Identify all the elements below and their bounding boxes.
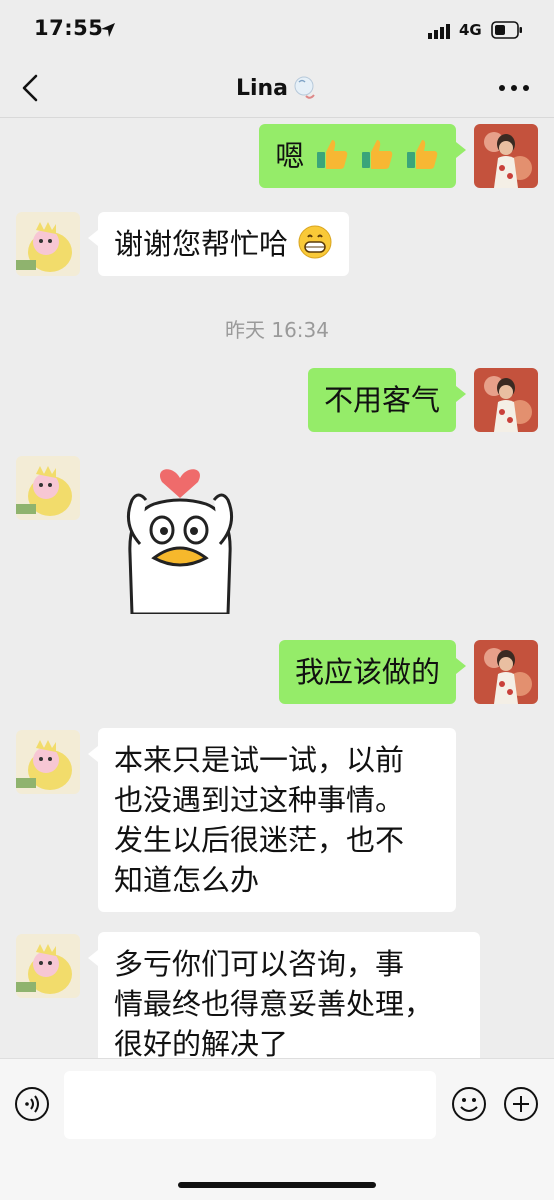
contact-name: Lina <box>235 75 289 101</box>
message-line: 多亏你们可以咨询，事 <box>114 947 405 981</box>
thumbs-up-icon <box>316 140 347 169</box>
message-bubble-received[interactable]: 多亏你们可以咨询，事 情最终也得意妥善处理， 很好的解决了 <box>88 932 480 1058</box>
grinning-face-icon <box>298 225 332 259</box>
message-line: 情最终也得意妥善处理， <box>114 987 434 1021</box>
message-text: 嗯 <box>275 139 305 173</box>
message-bubble-sent[interactable]: 我应该做的 <box>278 640 467 704</box>
status-time: 17:55 <box>34 16 104 40</box>
input-bar <box>0 1058 554 1200</box>
status-bar: 17:55 4G <box>0 0 554 58</box>
message-line: 也没遇到过这种事情。 <box>114 783 405 817</box>
my-avatar[interactable] <box>474 640 538 704</box>
home-indicator[interactable] <box>178 1182 376 1188</box>
emoji-icon[interactable] <box>451 1086 487 1122</box>
message-line: 本来只是试一试，以前 <box>114 743 405 777</box>
chat-title: Lina <box>0 74 554 102</box>
message-input[interactable] <box>64 1071 436 1139</box>
message-line: 很好的解决了 <box>114 1027 289 1058</box>
contact-avatar[interactable] <box>16 730 80 794</box>
message-line: 发生以后很迷茫，也不 <box>114 823 405 857</box>
contact-avatar[interactable] <box>16 456 80 520</box>
message-bubble-received[interactable]: 本来只是试一试，以前 也没遇到过这种事情。 发生以后很迷茫，也不 知道怎么办 <box>88 728 456 912</box>
location-arrow-icon <box>101 23 115 37</box>
thumbs-up-icon <box>361 140 393 169</box>
message-bubble-sent[interactable]: 嗯 <box>259 124 466 188</box>
contact-avatar[interactable] <box>16 212 80 276</box>
thumbs-up-icon <box>407 140 438 169</box>
plus-icon[interactable] <box>503 1086 539 1122</box>
chat-header: Lina <box>0 58 554 118</box>
contact-avatar[interactable] <box>16 934 80 998</box>
voice-input-icon[interactable] <box>14 1086 50 1122</box>
message-timestamp: 昨天 16:34 <box>225 318 329 342</box>
message-bubble-received[interactable]: 谢谢您帮忙哈 <box>87 212 350 276</box>
crystal-ball-icon <box>294 76 315 99</box>
message-bubble-sent[interactable]: 不用客气 <box>307 368 467 432</box>
message-list[interactable]: 嗯 谢谢您帮忙哈 昨天 16:34 不用客气 我应该做的 本来只是试一试，以前 … <box>0 118 554 1058</box>
signal-icon <box>428 24 450 39</box>
my-avatar[interactable] <box>474 124 538 188</box>
more-options-icon[interactable] <box>496 76 532 100</box>
my-avatar[interactable] <box>474 368 538 432</box>
message-text: 我应该做的 <box>294 655 440 689</box>
network-type: 4G <box>459 21 482 39</box>
duck-heart-sticker[interactable] <box>110 454 250 614</box>
message-line: 知道怎么办 <box>114 863 260 897</box>
message-text: 不用客气 <box>323 383 440 417</box>
message-text: 谢谢您帮忙哈 <box>114 227 289 261</box>
battery-icon <box>491 21 522 39</box>
